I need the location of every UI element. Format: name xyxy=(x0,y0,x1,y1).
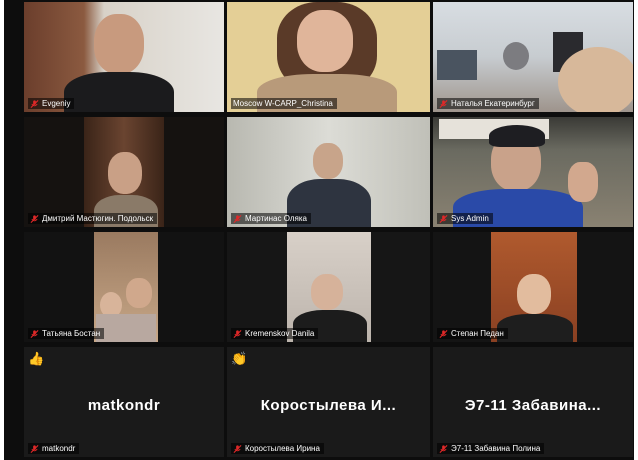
video-tile[interactable]: Наталья Екатеринбург xyxy=(433,2,633,112)
participant-name: Дмитрий Мастюгин. Подольск xyxy=(42,214,154,223)
participant-name: Степан Педан xyxy=(451,329,504,338)
video-tile-active-speaker[interactable]: Moscow W-CARP_Christina xyxy=(227,2,430,112)
thumbs-up-icon: 👍 xyxy=(28,351,45,366)
person-head xyxy=(311,274,343,310)
participant-name: Sys Admin xyxy=(451,214,489,223)
participant-name: matkondr xyxy=(42,444,76,453)
mic-muted-icon xyxy=(233,444,242,453)
person-head xyxy=(558,47,633,112)
person-body xyxy=(96,314,156,342)
mic-muted-icon xyxy=(439,329,448,338)
pillow xyxy=(437,50,477,80)
participant-display-name: matkondr xyxy=(87,397,161,414)
participant-name-tag: matkondr xyxy=(28,443,80,454)
participant-name-tag: Коростылева Ирина xyxy=(231,443,324,454)
participant-name-tag: Дмитрий Мастюгин. Подольск xyxy=(28,213,158,224)
participant-name-tag: Sys Admin xyxy=(437,213,493,224)
mic-muted-icon xyxy=(233,329,242,338)
video-gallery: Evgeniy Moscow W-CARP_Christina Наталья … xyxy=(4,0,634,460)
participant-name: Э7-11 Забавина Полина xyxy=(451,444,541,453)
participant-name: Evgeniy xyxy=(42,99,71,108)
participant-name: Kremenskov Danila xyxy=(245,329,315,338)
mic-muted-icon xyxy=(30,329,39,338)
mic-muted-icon xyxy=(439,444,448,453)
person-head xyxy=(126,278,152,308)
video-tile[interactable]: Sys Admin xyxy=(433,117,633,227)
person-head xyxy=(313,143,343,179)
participant-name: Коростылева Ирина xyxy=(245,444,320,453)
participant-name-tag: Moscow W-CARP_Christina xyxy=(231,98,337,109)
participant-name-tag: Э7-11 Забавина Полина xyxy=(437,443,545,454)
person-hair xyxy=(489,125,545,147)
participant-name-tag: Мартинас Оляка xyxy=(231,213,311,224)
participant-name: Moscow W-CARP_Christina xyxy=(233,99,333,108)
clap-icon: 👏 xyxy=(231,351,248,366)
participant-name-tag: Степан Педан xyxy=(437,328,508,339)
mic-muted-icon xyxy=(30,214,39,223)
participant-name-tag: Kremenskov Danila xyxy=(231,328,319,339)
video-tile-off[interactable]: 👏 Коростылева И... Коростылева Ирина xyxy=(227,347,430,457)
video-tile-off[interactable]: 👍 matkondr matkondr xyxy=(24,347,224,457)
video-tile[interactable]: Kremenskov Danila xyxy=(227,232,430,342)
participant-name: Татьяна Бостан xyxy=(42,329,101,338)
mic-muted-icon xyxy=(439,99,448,108)
participant-display-name: Э7-11 Забавина... xyxy=(464,397,602,414)
person-body xyxy=(64,72,174,112)
video-tile[interactable]: Дмитрий Мастюгин. Подольск xyxy=(24,117,224,227)
video-tile[interactable]: Степан Педан xyxy=(433,232,633,342)
person-head xyxy=(94,14,144,74)
participant-name: Мартинас Оляка xyxy=(245,214,307,223)
participant-name-tag: Наталья Екатеринбург xyxy=(437,98,539,109)
mic-muted-icon xyxy=(439,214,448,223)
participant-name-tag: Татьяна Бостан xyxy=(28,328,105,339)
video-tile-off[interactable]: Э7-11 Забавина... Э7-11 Забавина Полина xyxy=(433,347,633,457)
mic-muted-icon xyxy=(30,444,39,453)
video-tile[interactable]: Мартинас Оляка xyxy=(227,117,430,227)
hand-wave xyxy=(568,162,598,202)
person-head xyxy=(517,274,551,314)
video-tile[interactable]: Evgeniy xyxy=(24,2,224,112)
participant-name: Наталья Екатеринбург xyxy=(451,99,535,108)
toy xyxy=(503,42,529,70)
person-head xyxy=(297,10,353,72)
participant-display-name: Коростылева И... xyxy=(260,397,397,414)
participant-name-tag: Evgeniy xyxy=(28,98,75,109)
video-tile[interactable]: Татьяна Бостан xyxy=(24,232,224,342)
person-head xyxy=(108,152,142,194)
person-body xyxy=(497,314,573,342)
mic-muted-icon xyxy=(233,214,242,223)
mic-muted-icon xyxy=(30,99,39,108)
